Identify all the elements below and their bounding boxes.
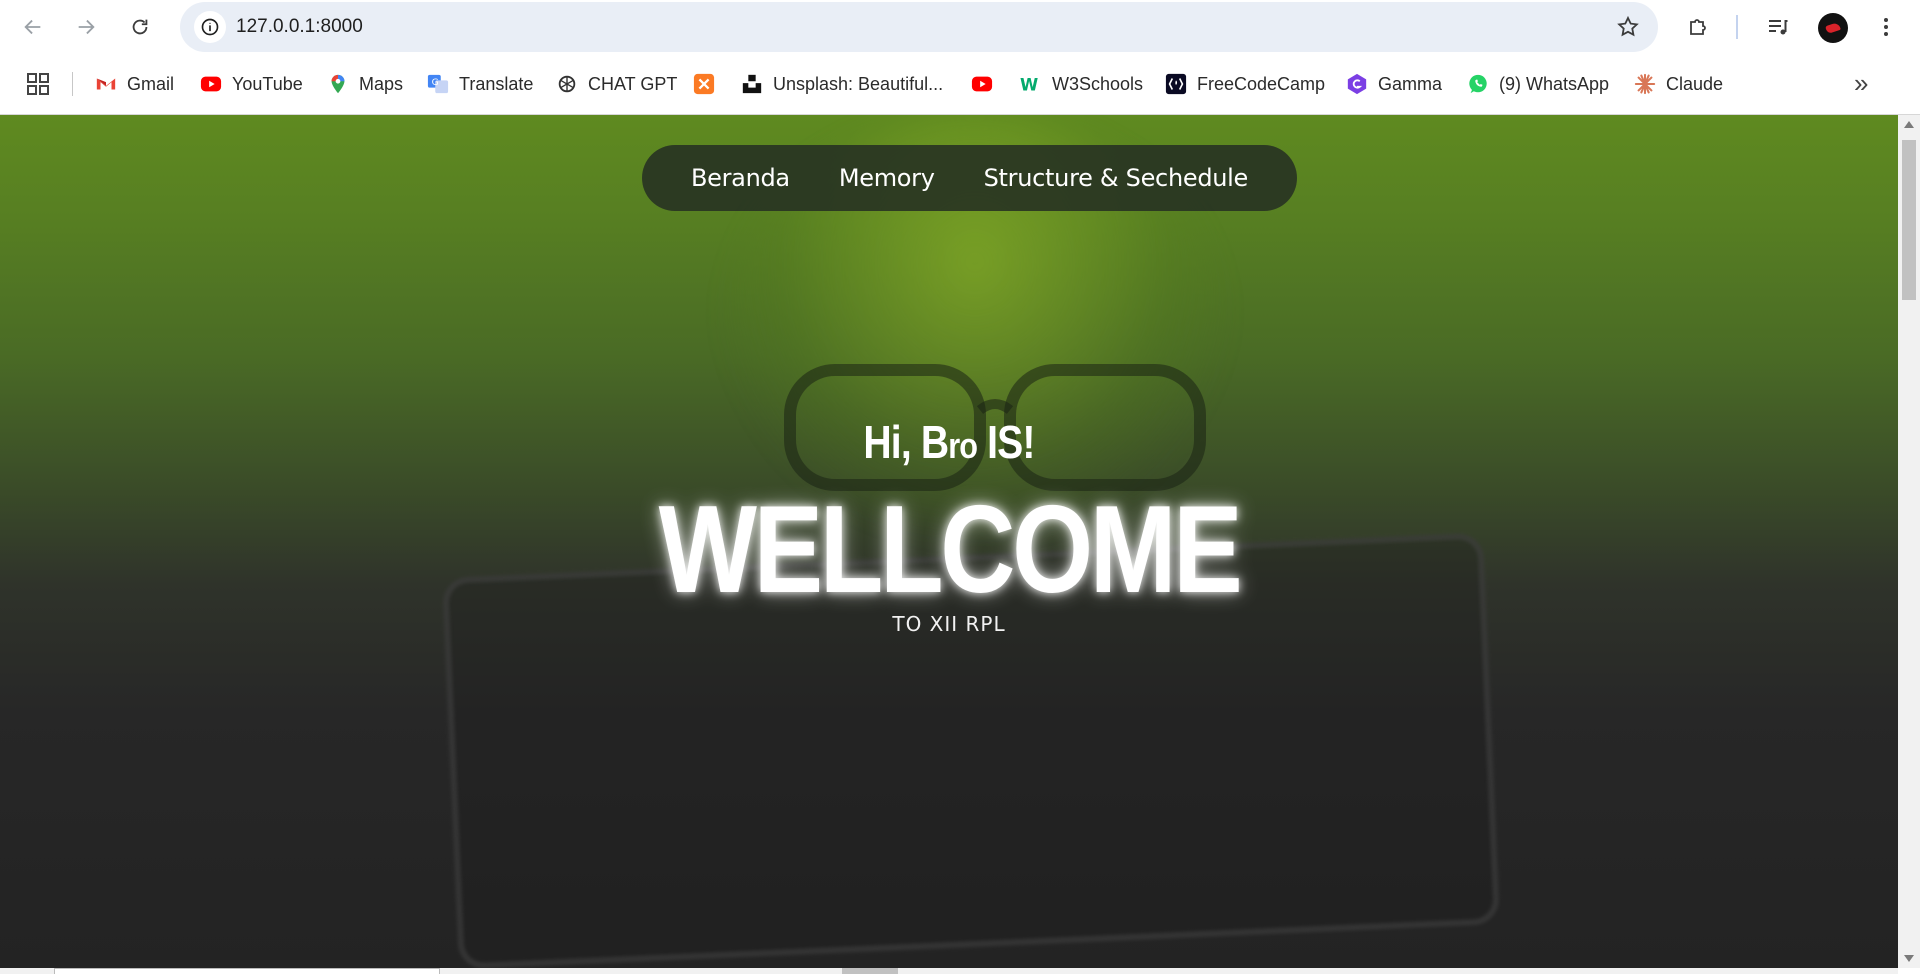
bookmark-gmail[interactable]: Gmail xyxy=(95,68,174,100)
info-icon xyxy=(201,18,219,36)
url-text[interactable]: 127.0.0.1:8000 xyxy=(236,2,363,52)
bookmark-label: Claude xyxy=(1666,73,1724,94)
browser-toolbar: 127.0.0.1:8000 xyxy=(0,0,1920,54)
bookmarks-bar: Gmail YouTube Maps G Translate CHAT GPT … xyxy=(0,54,1920,115)
bookmarks-divider xyxy=(72,72,73,96)
media-control-button[interactable] xyxy=(1764,13,1792,41)
scroll-down-arrow-icon[interactable] xyxy=(1904,955,1914,962)
horizontal-scroll-thumb[interactable] xyxy=(842,968,898,974)
more-vertical-icon xyxy=(1884,18,1888,36)
bookmark-youtube-2[interactable] xyxy=(971,68,993,100)
address-bar[interactable]: 127.0.0.1:8000 xyxy=(180,2,1658,52)
vertical-scroll-thumb[interactable] xyxy=(1902,140,1916,300)
bookmark-label: FreeCodeCamp xyxy=(1197,73,1326,94)
bookmark-unsplash[interactable]: Unsplash: Beautiful... xyxy=(741,68,943,100)
nav-link-structure-schedule[interactable]: Structure & Sechedule xyxy=(984,164,1249,192)
profile-avatar[interactable] xyxy=(1818,13,1848,43)
svg-text:G: G xyxy=(432,77,439,88)
freecodecamp-icon xyxy=(1165,73,1187,95)
w3schools-icon: W xyxy=(1020,73,1042,95)
bookmark-label: Gmail xyxy=(127,73,175,94)
whatsapp-icon xyxy=(1467,73,1489,95)
youtube-icon xyxy=(200,73,222,95)
bookmark-label: YouTube xyxy=(232,73,303,94)
unsplash-icon xyxy=(741,73,763,95)
playlist-icon xyxy=(1769,20,1788,35)
bookmark-label: (9) WhatsApp xyxy=(1499,73,1610,94)
bookmark-freecodecamp[interactable]: FreeCodeCamp xyxy=(1165,68,1325,100)
hero-title: WELLCOME xyxy=(658,481,1243,619)
maps-icon xyxy=(327,73,349,95)
bookmark-label: W3Schools xyxy=(1052,73,1144,94)
xampp-icon xyxy=(693,73,715,95)
gamma-icon xyxy=(1346,73,1368,95)
apps-grid-icon[interactable] xyxy=(26,72,50,96)
bookmark-label: Maps xyxy=(359,73,404,94)
toolbar-separator xyxy=(1736,15,1738,39)
vertical-scrollbar[interactable] xyxy=(1898,115,1920,968)
reload-icon xyxy=(132,19,148,35)
youtube-icon xyxy=(971,73,993,95)
translate-icon: G xyxy=(427,73,449,95)
menu-button[interactable] xyxy=(1872,13,1900,41)
greeting-name-initial: B xyxy=(920,416,949,468)
bookmark-youtube[interactable]: YouTube xyxy=(200,68,303,100)
bookmark-chatgpt[interactable]: CHAT GPT xyxy=(556,68,677,100)
chatgpt-icon xyxy=(556,73,578,95)
forward-button[interactable] xyxy=(70,11,102,43)
puzzle-icon xyxy=(1690,19,1706,35)
gmail-icon xyxy=(95,73,117,95)
bookmark-claude[interactable]: Claude xyxy=(1634,68,1723,100)
bookmark-star-icon[interactable] xyxy=(1616,15,1640,39)
nav-link-memory[interactable]: Memory xyxy=(839,164,935,192)
claude-icon xyxy=(1634,73,1656,95)
hero-greeting: Hi, Bro IS! xyxy=(142,415,1755,469)
avatar-logo-icon xyxy=(1825,22,1841,34)
greeting-name-suffix: IS! xyxy=(987,416,1035,468)
greeting-name-rest: ro xyxy=(948,425,978,466)
horizontal-scroll-panel xyxy=(54,968,440,974)
bookmark-w3schools[interactable]: W W3Schools xyxy=(1020,68,1143,100)
bookmark-label: Gamma xyxy=(1378,73,1443,94)
main-navigation: Beranda Memory Structure & Sechedule xyxy=(642,145,1297,211)
site-info-button[interactable] xyxy=(194,11,226,43)
bookmark-translate[interactable]: G Translate xyxy=(427,68,533,100)
horizontal-scrollbar[interactable] xyxy=(0,968,1898,974)
bookmark-xampp[interactable] xyxy=(693,68,715,100)
arrow-right-icon xyxy=(78,19,95,35)
bookmark-whatsapp[interactable]: (9) WhatsApp xyxy=(1467,68,1609,100)
scroll-up-arrow-icon[interactable] xyxy=(1904,121,1914,128)
bookmark-maps[interactable]: Maps xyxy=(327,68,403,100)
extensions-button[interactable] xyxy=(1684,13,1712,41)
hero-subtitle: TO XII RPL xyxy=(892,612,1006,636)
nav-link-beranda[interactable]: Beranda xyxy=(691,164,790,192)
greeting-hi: Hi, xyxy=(863,416,911,468)
bookmark-label: Translate xyxy=(459,73,534,94)
bookmark-label: Unsplash: Beautiful... xyxy=(773,73,944,94)
reload-button[interactable] xyxy=(124,11,156,43)
more-bookmarks-chevron-icon[interactable]: » xyxy=(1854,70,1878,96)
arrow-left-icon xyxy=(24,19,41,35)
bookmark-gamma[interactable]: Gamma xyxy=(1346,68,1442,100)
bookmark-label: CHAT GPT xyxy=(588,73,678,94)
back-button[interactable] xyxy=(17,11,49,43)
svg-text:W: W xyxy=(1020,75,1038,94)
page-viewport: Beranda Memory Structure & Sechedule Hi,… xyxy=(0,115,1898,968)
